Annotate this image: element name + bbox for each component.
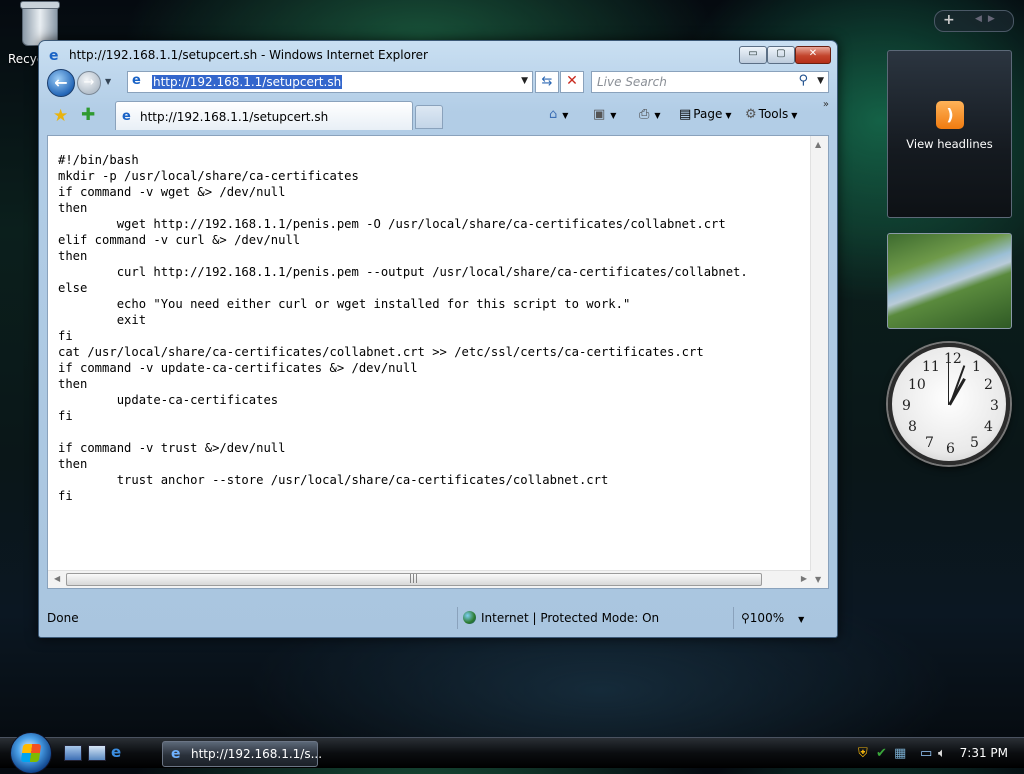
clock-number-5: 5: [970, 435, 979, 451]
scroll-left-icon[interactable]: ◀: [54, 574, 60, 583]
zoom-dropdown-icon[interactable]: ▼: [798, 615, 804, 624]
tools-menu-label: Tools: [758, 107, 789, 121]
tab-active[interactable]: e http://192.168.1.1/setupcert.sh: [115, 101, 413, 130]
feed-icon: ▣: [593, 107, 606, 122]
refresh-button[interactable]: ⇆: [535, 71, 559, 93]
security-shield-icon[interactable]: ⛨: [858, 746, 868, 761]
address-dropdown-icon[interactable]: ▼: [521, 76, 528, 86]
scroll-up-icon[interactable]: ▲: [815, 140, 821, 149]
clock-number-10: 10: [908, 377, 926, 393]
title-bar[interactable]: e http://192.168.1.1/setupcert.sh - Wind…: [47, 47, 829, 65]
tab-label: http://192.168.1.1/setupcert.sh: [140, 110, 329, 124]
clock-number-2: 2: [984, 377, 993, 393]
maximize-button[interactable]: ▢: [767, 46, 795, 64]
globe-icon: [463, 611, 476, 624]
clock-number-6: 6: [946, 441, 955, 457]
search-icon[interactable]: ⚲: [798, 73, 808, 88]
volume-muted-icon[interactable]: 🔈︎: [938, 746, 946, 761]
status-bar: Done Internet | Protected Mode: On ⚲100%…: [39, 601, 837, 637]
taskbar-button-label: http://192.168.1.1/s...: [191, 747, 323, 761]
address-bar[interactable]: e http://192.168.1.1/setupcert.sh ▼: [127, 71, 533, 93]
home-button[interactable]: ⌂ ▼: [549, 107, 568, 122]
network-icon[interactable]: ▭: [920, 746, 932, 761]
clock-number-4: 4: [984, 419, 993, 435]
windows-logo-icon: [20, 744, 42, 762]
vertical-scrollbar[interactable]: ▲ ▼: [810, 136, 828, 588]
security-zone-label: Internet | Protected Mode: On: [481, 611, 660, 625]
new-tab-button[interactable]: [415, 105, 443, 129]
back-button[interactable]: ←: [47, 69, 75, 97]
search-options-dropdown-icon[interactable]: ▼: [817, 76, 824, 86]
feeds-button[interactable]: ▣ ▼: [593, 107, 616, 122]
page-content[interactable]: #!/bin/bash mkdir -p /usr/local/share/ca…: [47, 135, 829, 589]
clock-number-7: 7: [925, 435, 934, 451]
favorites-star-icon[interactable]: ★: [53, 106, 68, 126]
feed-headlines-gadget[interactable]: ) View headlines: [887, 50, 1012, 218]
forward-button[interactable]: →: [77, 71, 101, 95]
status-text: Done: [47, 611, 79, 625]
clock-number-9: 9: [902, 398, 911, 414]
add-gadget-button[interactable]: +: [943, 12, 955, 28]
system-tray: ⛨ ✔ ▦ ▭ 🔈︎ 7:31 PM: [854, 738, 1024, 768]
clock-minute-hand: [949, 365, 966, 406]
horizontal-scrollbar[interactable]: ◀ ||| ▶: [48, 570, 811, 588]
page-icon: ▤: [679, 107, 692, 122]
ie-icon: e: [49, 48, 59, 64]
switch-windows-icon[interactable]: [88, 745, 106, 761]
zoom-level: 100%: [749, 611, 785, 625]
scroll-down-icon[interactable]: ▼: [815, 575, 821, 584]
tab-page-icon: e: [122, 109, 131, 124]
clock-number-11: 11: [922, 359, 940, 375]
security-zone[interactable]: Internet | Protected Mode: On: [463, 611, 659, 625]
clock-number-8: 8: [908, 419, 917, 435]
window-title: http://192.168.1.1/setupcert.sh - Window…: [69, 48, 428, 62]
clock-second-hand: [948, 361, 949, 405]
clock-gadget[interactable]: 12 1 2 3 4 5 6 7 8 9 10 11: [888, 343, 1010, 465]
defender-icon[interactable]: ✔: [876, 746, 887, 761]
zoom-control[interactable]: ⚲100% ▼: [741, 611, 804, 625]
view-headlines-link[interactable]: View headlines: [888, 137, 1011, 151]
updates-icon[interactable]: ▦: [894, 746, 906, 761]
print-icon: ⎙: [639, 107, 650, 122]
taskbar: e e http://192.168.1.1/s... ⛨ ✔ ▦ ▭ 🔈︎ 7…: [0, 732, 1024, 774]
command-bar: ★ ✚ e http://192.168.1.1/setupcert.sh ⌂ ▼…: [43, 99, 833, 131]
rss-icon: ): [936, 101, 964, 129]
sidebar-controls: + ◀▶: [934, 10, 1014, 32]
taskbar-button-ie[interactable]: e http://192.168.1.1/s...: [162, 741, 322, 767]
search-box[interactable]: Live Search ⚲ ▼: [591, 71, 829, 93]
print-button[interactable]: ⎙ ▼: [639, 107, 661, 122]
add-favorite-icon[interactable]: ✚: [81, 105, 95, 125]
search-input[interactable]: Live Search: [597, 75, 667, 89]
gear-icon: ⚙: [745, 107, 757, 122]
clock-number-1: 1: [972, 359, 981, 375]
script-text: #!/bin/bash mkdir -p /usr/local/share/ca…: [58, 153, 748, 503]
minimize-button[interactable]: ▭: [739, 46, 767, 64]
tools-menu[interactable]: ⚙ Tools ▼: [745, 107, 797, 122]
horizontal-scroll-thumb[interactable]: |||: [66, 573, 762, 586]
clock-number-12: 12: [944, 351, 962, 367]
address-url[interactable]: http://192.168.1.1/setupcert.sh: [152, 75, 343, 89]
sidebar-nav-arrows[interactable]: ◀▶: [975, 14, 1001, 24]
page-icon: e: [132, 73, 141, 88]
recent-pages-dropdown-icon[interactable]: ▼: [105, 77, 111, 86]
home-icon: ⌂: [549, 107, 558, 122]
more-commands-icon[interactable]: »: [823, 99, 829, 110]
page-menu[interactable]: ▤ Page ▼: [679, 107, 732, 122]
page-menu-label: Page: [693, 107, 723, 121]
scroll-right-icon[interactable]: ▶: [801, 574, 807, 583]
browser-window: e http://192.168.1.1/setupcert.sh - Wind…: [38, 40, 838, 638]
stop-button[interactable]: ✕: [560, 71, 584, 93]
close-button[interactable]: ✕: [795, 46, 831, 64]
clock-time[interactable]: 7:31 PM: [960, 746, 1008, 760]
slideshow-gadget[interactable]: [887, 233, 1012, 329]
zoom-icon: ⚲: [741, 611, 750, 625]
internet-explorer-icon[interactable]: e: [111, 745, 127, 760]
clock-number-3: 3: [990, 398, 999, 414]
ie-icon: e: [171, 746, 181, 762]
show-desktop-icon[interactable]: [64, 745, 82, 761]
